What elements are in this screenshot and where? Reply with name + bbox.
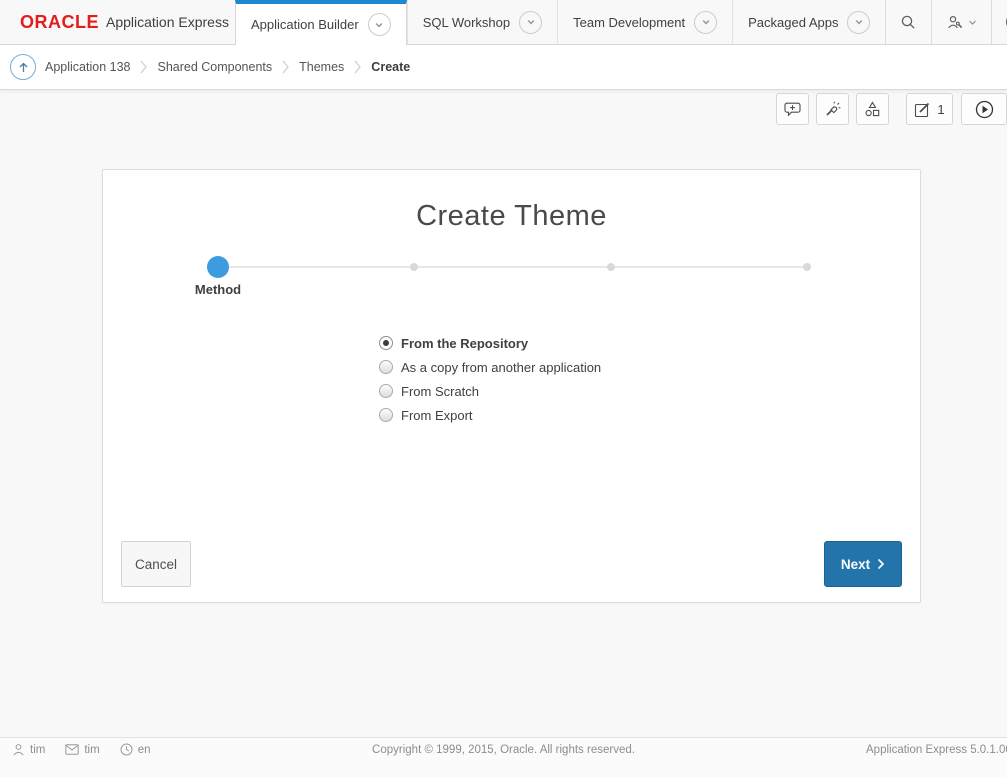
feedback-bubble-icon [784, 101, 802, 118]
breadcrumb-bar: Application 138 Shared Components Themes… [0, 45, 1007, 90]
tab-label: Packaged Apps [748, 15, 838, 30]
radio-button[interactable] [379, 408, 393, 422]
edit-page-number: 1 [937, 102, 944, 117]
radio-option-label: From Scratch [401, 384, 479, 399]
radio-option-label: As a copy from another application [401, 360, 601, 375]
wizard-step-4-dot [803, 263, 811, 271]
search-button[interactable] [885, 0, 931, 44]
tab-label: SQL Workshop [423, 15, 510, 30]
breadcrumb-item-create: Create [371, 60, 410, 74]
radio-button-selected[interactable] [379, 336, 393, 350]
chevron-right-icon [281, 59, 290, 75]
shared-components-button[interactable] [856, 93, 889, 125]
wizard-step-1-label: Method [168, 282, 268, 297]
wizard-progress-track [218, 266, 807, 268]
radio-option-copy-from-application[interactable]: As a copy from another application [379, 355, 601, 379]
chevron-right-icon [353, 59, 362, 75]
page-title: Create Theme [103, 200, 920, 233]
feedback-button[interactable] [776, 93, 809, 125]
wizard-step-3-dot [607, 263, 615, 271]
cancel-button[interactable]: Cancel [121, 541, 191, 587]
oracle-brand-text: ORACLE [20, 12, 99, 33]
next-button-label: Next [841, 557, 870, 572]
radio-button[interactable] [379, 384, 393, 398]
shapes-icon [864, 101, 881, 118]
footer-copyright: Copyright © 1999, 2015, Oracle. All righ… [0, 744, 1007, 756]
flashlight-icon [824, 100, 842, 118]
chevron-down-icon[interactable] [694, 11, 717, 34]
radio-option-label: From Export [401, 408, 473, 423]
chevron-right-icon [877, 558, 885, 570]
page-toolbar: 1 [776, 93, 1007, 125]
search-icon [900, 14, 917, 31]
tab-label: Application Builder [251, 17, 359, 32]
edit-page-icon [914, 101, 931, 118]
tab-team-development[interactable]: Team Development [557, 0, 732, 44]
chevron-down-icon[interactable] [847, 11, 870, 34]
administration-icon [946, 14, 964, 31]
create-theme-wizard-card: Create Theme Method From the Repository … [102, 169, 921, 603]
run-application-button[interactable] [961, 93, 1007, 125]
chevron-down-icon[interactable] [519, 11, 542, 34]
chevron-down-icon [968, 18, 977, 27]
breadcrumb: Application 138 Shared Components Themes… [10, 45, 410, 89]
chevron-right-icon [139, 59, 148, 75]
up-level-button[interactable] [10, 54, 36, 80]
radio-option-from-export[interactable]: From Export [379, 403, 601, 427]
breadcrumb-item-application[interactable]: Application 138 [45, 60, 130, 74]
wizard-step-2-dot [410, 263, 418, 271]
play-icon [975, 100, 994, 119]
utilities-button[interactable] [816, 93, 849, 125]
next-button[interactable]: Next [824, 541, 902, 587]
radio-option-from-repository[interactable]: From the Repository [379, 331, 601, 355]
administration-menu-button[interactable] [931, 0, 991, 44]
footer-version: Application Express 5.0.1.00.06 [866, 744, 1007, 756]
tab-application-builder[interactable]: Application Builder [235, 0, 407, 45]
wizard-step-1-dot-active [207, 256, 229, 278]
breadcrumb-item-themes[interactable]: Themes [299, 60, 344, 74]
help-menu-button[interactable]: ? [991, 0, 1007, 44]
oracle-logo[interactable]: ORACLE Application Express [0, 0, 235, 44]
chevron-down-icon[interactable] [368, 13, 391, 36]
radio-option-label: From the Repository [401, 336, 528, 351]
breadcrumb-item-shared-components[interactable]: Shared Components [157, 60, 272, 74]
radio-button[interactable] [379, 360, 393, 374]
tab-label: Team Development [573, 15, 685, 30]
product-name-text: Application Express [106, 14, 229, 30]
edit-page-button[interactable]: 1 [906, 93, 953, 125]
tab-packaged-apps[interactable]: Packaged Apps [732, 0, 885, 44]
top-navbar: ORACLE Application Express Application B… [0, 0, 1007, 45]
navbar-utility-icons: ? [885, 0, 1007, 44]
radio-option-from-scratch[interactable]: From Scratch [379, 379, 601, 403]
method-radio-group: From the Repository As a copy from anoth… [379, 331, 601, 427]
tab-sql-workshop[interactable]: SQL Workshop [407, 0, 557, 44]
page-footer: tim tim en Copyright © 1999, 2015, Oracl… [0, 737, 1007, 777]
